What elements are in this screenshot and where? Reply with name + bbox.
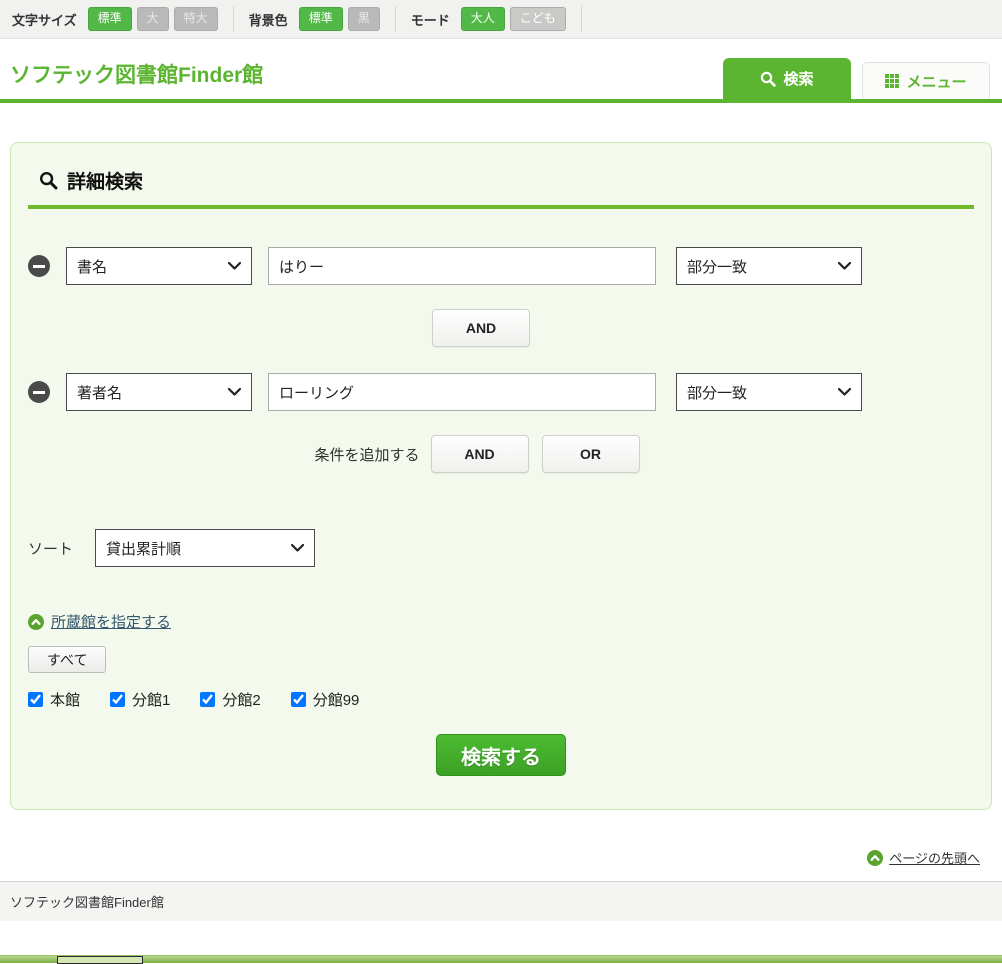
- chevron-down-icon: [838, 388, 851, 396]
- mode-label: モード: [411, 10, 450, 29]
- bg-color-standard-button[interactable]: 標準: [299, 7, 343, 31]
- condition-row: 著者名 部分一致: [28, 373, 974, 411]
- library-label: 本館: [50, 689, 80, 710]
- page-top-row: ページの先頭へ: [10, 810, 992, 881]
- sort-label: ソート: [28, 538, 73, 559]
- bg-color-black-button[interactable]: 黒: [348, 7, 380, 31]
- chevron-down-icon: [228, 388, 241, 396]
- advanced-search-panel: 詳細検索 書名 部分一致 AND 著者名: [10, 142, 992, 810]
- holding-library-link[interactable]: 所蔵館を指定する: [51, 611, 171, 632]
- footer: ソフテック図書館Finder館: [0, 881, 1002, 921]
- font-size-standard-button[interactable]: 標準: [88, 7, 132, 31]
- site-header: ソフテック図書館Finder館 検索 メニュー: [0, 39, 1002, 103]
- tab-menu-label: メニュー: [906, 71, 966, 92]
- mode-group: モード 大人 こども: [411, 7, 566, 31]
- panel-title-label: 詳細検索: [67, 167, 143, 194]
- add-condition-and-button[interactable]: AND: [431, 435, 529, 473]
- checkbox[interactable]: [110, 692, 125, 707]
- menu-grid-icon: [885, 74, 899, 88]
- mode-kids-button[interactable]: こども: [510, 7, 566, 31]
- font-size-xlarge-button[interactable]: 特大: [174, 7, 218, 31]
- mode-adult-button[interactable]: 大人: [461, 7, 505, 31]
- library-label: 分館2: [222, 689, 260, 710]
- select-all-libraries-button[interactable]: すべて: [28, 646, 106, 673]
- match-type-select[interactable]: 部分一致: [676, 373, 862, 411]
- field-select-value: 著者名: [77, 382, 122, 403]
- and-operator-button[interactable]: AND: [432, 309, 530, 347]
- tab-search[interactable]: 検索: [723, 58, 851, 99]
- accessibility-toolbar: 文字サイズ 標準 大 特大 背景色 標準 黒 モード 大人 こども: [0, 0, 1002, 39]
- footer-site-name: ソフテック図書館Finder館: [10, 892, 164, 911]
- add-condition-row: 条件を追加する AND OR: [4, 435, 950, 473]
- site-title[interactable]: ソフテック図書館Finder館: [10, 59, 263, 89]
- toolbar-divider: [395, 6, 396, 32]
- submit-row: 検索する: [28, 734, 974, 776]
- add-condition-label: 条件を追加する: [314, 444, 419, 465]
- library-checkbox-bunkan1[interactable]: 分館1: [110, 689, 170, 710]
- field-select[interactable]: 書名: [66, 247, 252, 285]
- field-select-value: 書名: [77, 256, 107, 277]
- add-condition-or-button[interactable]: OR: [542, 435, 640, 473]
- keyword-input[interactable]: [268, 373, 656, 411]
- header-tabs: 検索 メニュー: [723, 58, 990, 99]
- bg-color-group: 背景色 標準 黒: [249, 7, 380, 31]
- sort-select-value: 貸出累計順: [106, 538, 181, 559]
- between-operator-row: AND: [8, 309, 954, 347]
- remove-condition-icon[interactable]: [28, 381, 50, 403]
- checkbox[interactable]: [28, 692, 43, 707]
- library-label: 分館1: [132, 689, 170, 710]
- library-checkbox-row: 本館 分館1 分館2 分館99: [28, 689, 974, 710]
- sort-row: ソート 貸出累計順: [28, 529, 974, 567]
- keyword-input[interactable]: [268, 247, 656, 285]
- sort-select[interactable]: 貸出累計順: [95, 529, 315, 567]
- search-icon: [760, 71, 776, 87]
- page-top-up-icon: [867, 850, 883, 866]
- chevron-down-icon: [291, 544, 304, 552]
- collapse-up-icon: [28, 614, 44, 630]
- search-submit-button[interactable]: 検索する: [436, 734, 566, 776]
- font-size-large-button[interactable]: 大: [137, 7, 169, 31]
- match-type-value: 部分一致: [687, 382, 747, 403]
- page-top-link[interactable]: ページの先頭へ: [889, 848, 980, 867]
- chevron-down-icon: [838, 262, 851, 270]
- tab-menu[interactable]: メニュー: [862, 62, 990, 99]
- library-checkbox-bunkan99[interactable]: 分館99: [291, 689, 360, 710]
- match-type-select[interactable]: 部分一致: [676, 247, 862, 285]
- toolbar-divider: [233, 6, 234, 32]
- font-size-group: 文字サイズ 標準 大 特大: [12, 7, 218, 31]
- condition-row: 書名 部分一致: [28, 247, 974, 285]
- field-select[interactable]: 著者名: [66, 373, 252, 411]
- search-icon: [39, 171, 58, 190]
- library-label: 分館99: [313, 689, 360, 710]
- library-checkbox-honkan[interactable]: 本館: [28, 689, 80, 710]
- toolbar-divider: [581, 6, 582, 32]
- checkbox[interactable]: [200, 692, 215, 707]
- tab-search-label: 検索: [783, 68, 813, 89]
- bg-color-label: 背景色: [249, 10, 288, 29]
- remove-condition-icon[interactable]: [28, 255, 50, 277]
- font-size-label: 文字サイズ: [12, 10, 77, 29]
- library-checkbox-bunkan2[interactable]: 分館2: [200, 689, 260, 710]
- match-type-value: 部分一致: [687, 256, 747, 277]
- panel-title: 詳細検索: [28, 163, 974, 209]
- bottom-chrome-strip: [0, 955, 1002, 963]
- main-content: 詳細検索 書名 部分一致 AND 著者名: [0, 103, 1002, 881]
- checkbox[interactable]: [291, 692, 306, 707]
- chevron-down-icon: [228, 262, 241, 270]
- holding-library-toggle[interactable]: 所蔵館を指定する: [28, 611, 974, 632]
